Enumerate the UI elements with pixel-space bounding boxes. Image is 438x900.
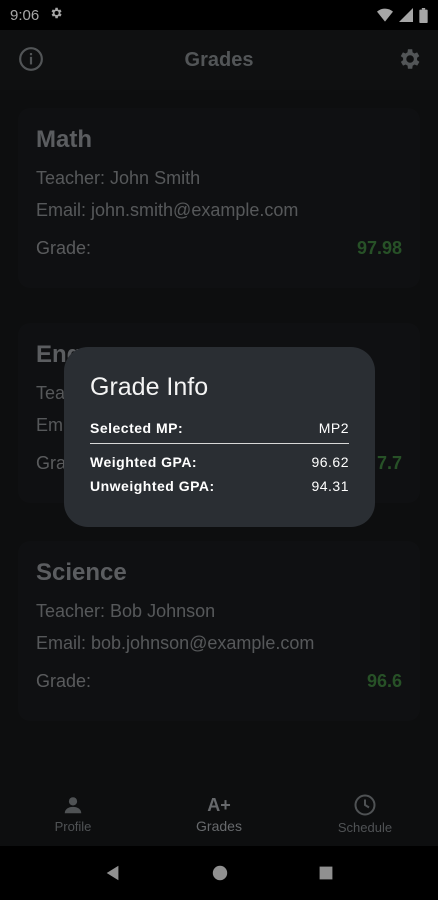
weighted-gpa-row: Weighted GPA: 96.62 (90, 454, 349, 470)
dialog-divider (90, 443, 349, 444)
weighted-gpa-label: Weighted GPA: (90, 454, 198, 470)
dialog-title: Grade Info (90, 373, 209, 401)
selected-mp-label: Selected MP: (90, 420, 184, 436)
unweighted-gpa-value: 94.31 (311, 478, 349, 494)
selected-mp-value: MP2 (318, 420, 349, 436)
weighted-gpa-value: 96.62 (311, 454, 349, 470)
unweighted-gpa-row: Unweighted GPA: 94.31 (90, 478, 349, 494)
selected-mp-row: Selected MP: MP2 (90, 420, 349, 436)
unweighted-gpa-label: Unweighted GPA: (90, 478, 215, 494)
grade-info-dialog: Grade Info Selected MP: MP2 Weighted GPA… (64, 347, 375, 527)
